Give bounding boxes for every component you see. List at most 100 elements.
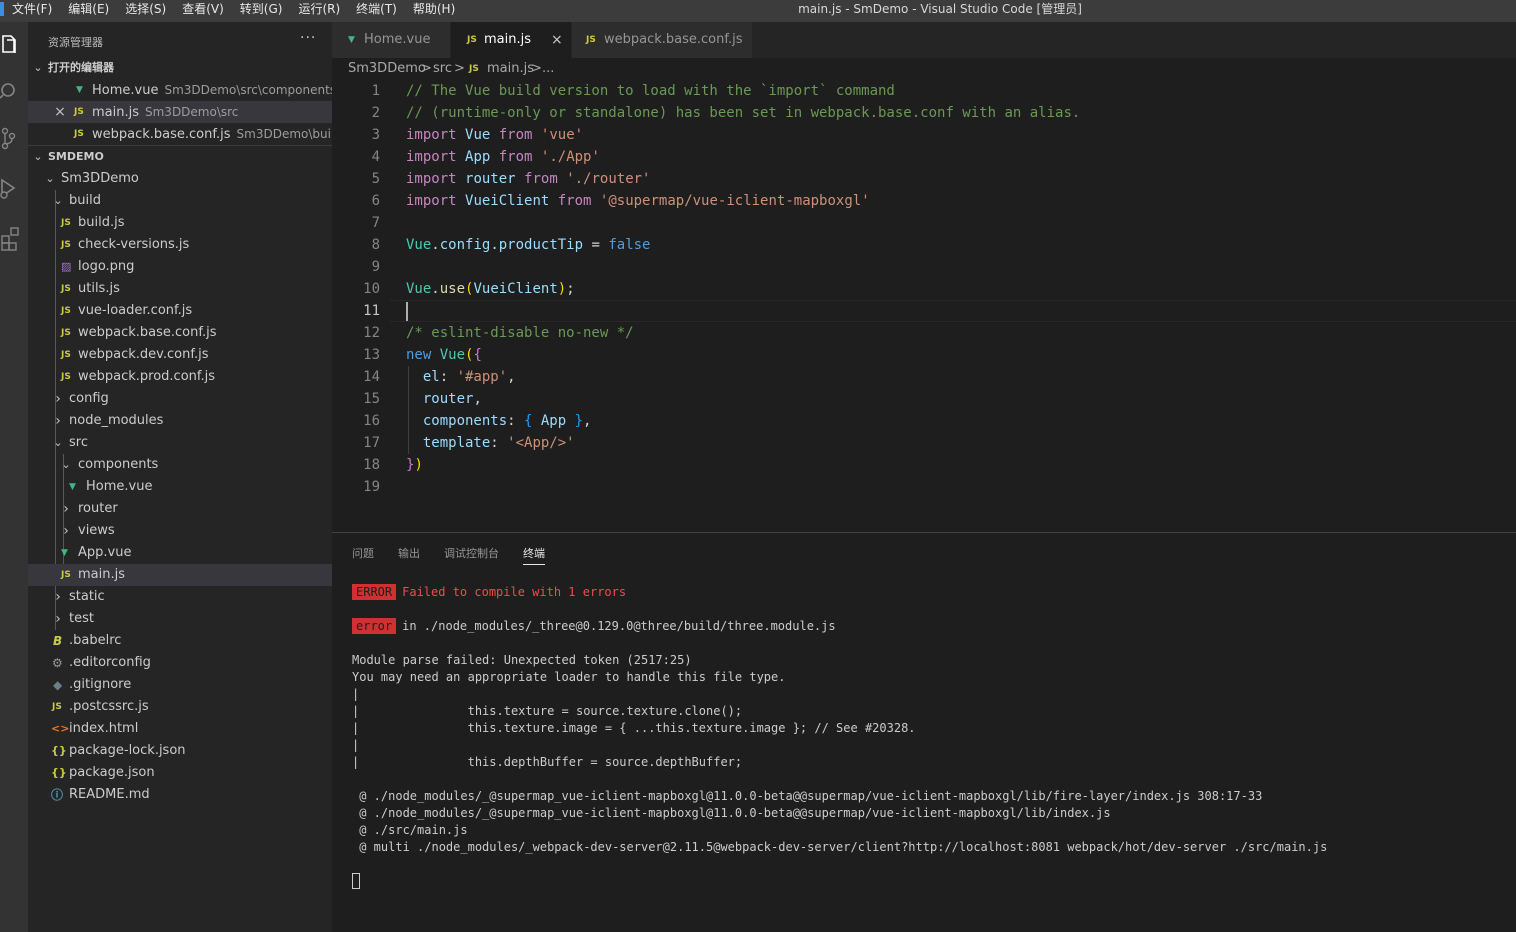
code-line: import Vue from 'vue' xyxy=(406,127,584,143)
tab-home-vue[interactable]: ▼ Home.vue xyxy=(332,22,450,58)
code-line: import App from './App' xyxy=(406,149,600,165)
breadcrumb-item[interactable]: ... xyxy=(542,58,554,80)
line-number: 11 xyxy=(363,303,380,319)
terminal-line: | xyxy=(352,738,360,752)
tree-file[interactable]: ◆ .gitignore xyxy=(28,674,332,696)
js-file-icon: JS xyxy=(74,107,84,117)
babel-file-icon: B xyxy=(53,634,63,648)
tree-file[interactable]: JS .postcssrc.js xyxy=(28,696,332,718)
chevron-right-icon: › xyxy=(55,611,61,627)
tree-file[interactable]: JS build.js xyxy=(28,212,332,234)
line-number: 16 xyxy=(363,413,380,429)
more-actions-button[interactable]: ··· xyxy=(300,30,316,46)
search-icon[interactable] xyxy=(0,70,28,110)
run-debug-icon[interactable] xyxy=(0,168,28,208)
tree-folder[interactable]: › router xyxy=(28,498,332,520)
line-number: 7 xyxy=(371,215,380,231)
vue-file-icon: ▼ xyxy=(69,482,76,492)
tab-main-js[interactable]: JS main.js × xyxy=(451,22,571,58)
line-number: 4 xyxy=(371,149,380,165)
explorer-icon[interactable] xyxy=(0,26,28,66)
tab-problems[interactable]: 问题 xyxy=(352,545,374,561)
source-control-icon[interactable] xyxy=(0,118,28,158)
code-line: // The Vue build version to load with th… xyxy=(406,83,895,99)
code-line: template: '<App/>' xyxy=(422,435,575,451)
breadcrumb-separator: > xyxy=(421,61,432,76)
chevron-down-icon: ⌄ xyxy=(33,61,43,74)
breadcrumb-separator: > xyxy=(454,61,465,76)
title-bar: 文件(F) 编辑(E) 选择(S) 查看(V) 转到(G) 运行(R) 终端(T… xyxy=(0,0,1516,22)
open-editor-item[interactable]: ▼ Home.vue Sm3DDemo\src\components xyxy=(28,79,332,101)
tree-folder[interactable]: › views xyxy=(28,520,332,542)
line-number: 18 xyxy=(363,457,380,473)
bottom-panel: 问题 输出 调试控制台 终端 ERROR Failed to compile wi… xyxy=(332,532,1516,932)
error-badge: ERROR xyxy=(352,584,397,600)
tree-file[interactable]: JS check-versions.js xyxy=(28,234,332,256)
open-editor-name: webpack.base.conf.js xyxy=(92,127,231,142)
workspace-header[interactable]: ⌄ SMDEMO xyxy=(28,146,332,168)
tree-file[interactable]: JS webpack.base.conf.js xyxy=(28,322,332,344)
tree-file[interactable]: JS webpack.dev.conf.js xyxy=(28,344,332,366)
open-editor-item[interactable]: JS webpack.base.conf.js Sm3DDemo\build xyxy=(28,123,332,145)
json-file-icon: {} xyxy=(51,744,67,757)
terminal-line: | xyxy=(352,687,360,701)
tree-file[interactable]: {} package.json xyxy=(28,762,332,784)
js-file-icon: JS xyxy=(61,306,71,316)
chevron-right-icon: › xyxy=(55,589,61,605)
js-file-icon: JS xyxy=(467,35,477,45)
tree-file[interactable]: ⚙ .editorconfig xyxy=(28,652,332,674)
tree-file[interactable]: ▼ Home.vue xyxy=(28,476,332,498)
tab-output[interactable]: 输出 xyxy=(398,545,420,561)
tree-file[interactable]: JS main.js xyxy=(28,564,332,586)
vue-file-icon: ▼ xyxy=(61,548,68,558)
code-line: // (runtime-only or standalone) has been… xyxy=(406,105,1081,121)
activity-bar xyxy=(0,22,28,932)
chevron-down-icon: ⌄ xyxy=(53,436,63,449)
extensions-icon[interactable] xyxy=(0,218,28,258)
tree-folder[interactable]: ⌄ Sm3DDemo xyxy=(28,168,332,190)
tree-file[interactable]: <> index.html xyxy=(28,718,332,740)
line-number: 14 xyxy=(363,369,380,385)
code-line: Vue.config.productTip = false xyxy=(406,237,651,253)
error-badge: error xyxy=(352,618,397,634)
breadcrumb-item[interactable]: src xyxy=(433,58,452,80)
close-icon[interactable]: × xyxy=(52,101,68,123)
tree-file[interactable]: ▨ logo.png xyxy=(28,256,332,278)
terminal-line: | this.texture = source.texture.clone(); xyxy=(352,704,743,718)
js-file-icon: JS xyxy=(61,284,71,294)
code-line: }) xyxy=(406,457,423,473)
close-icon[interactable]: × xyxy=(551,22,563,58)
tree-file[interactable]: JS webpack.prod.conf.js xyxy=(28,366,332,388)
open-editor-item[interactable]: × JS main.js Sm3DDemo\src xyxy=(28,101,332,123)
breadcrumb-item[interactable]: Sm3DDemo xyxy=(348,58,426,80)
js-file-icon: JS xyxy=(74,129,84,139)
tree-folder[interactable]: ⌄ build xyxy=(28,190,332,212)
breadcrumb-item[interactable]: main.js xyxy=(487,58,534,80)
tab-debug-console[interactable]: 调试控制台 xyxy=(444,545,499,561)
tree-file[interactable]: ⓘ README.md xyxy=(28,784,332,806)
tree-folder[interactable]: › config xyxy=(28,388,332,410)
tree-folder[interactable]: › node_modules xyxy=(28,410,332,432)
terminal-cursor xyxy=(352,873,360,889)
code-editor[interactable]: 1 2 3 4 5 6 7 8 9 10 11 12 13 14 15 16 1… xyxy=(332,80,1516,532)
tree-folder[interactable]: › test xyxy=(28,608,332,630)
git-file-icon: ◆ xyxy=(53,678,63,692)
breadcrumb: Sm3DDemo > src > JS main.js > ... xyxy=(332,58,1516,80)
tree-file[interactable]: JS utils.js xyxy=(28,278,332,300)
tree-folder[interactable]: ⌄ src xyxy=(28,432,332,454)
tree-file[interactable]: JS vue-loader.conf.js xyxy=(28,300,332,322)
tree-folder[interactable]: › static xyxy=(28,586,332,608)
open-editor-name: Home.vue xyxy=(92,83,159,98)
open-editors-header[interactable]: ⌄ 打开的编辑器 xyxy=(28,57,332,79)
tree-file[interactable]: B .babelrc xyxy=(28,630,332,652)
open-editor-path: Sm3DDemo\build xyxy=(236,127,332,141)
tab-terminal[interactable]: 终端 xyxy=(523,545,545,565)
html-file-icon: <> xyxy=(51,722,70,735)
line-number: 2 xyxy=(371,105,380,121)
line-number: 1 xyxy=(371,83,380,99)
tab-webpack-base-conf[interactable]: JS webpack.base.conf.js xyxy=(572,22,752,58)
tree-folder[interactable]: ⌄ components xyxy=(28,454,332,476)
tree-file[interactable]: {} package-lock.json xyxy=(28,740,332,762)
tree-file[interactable]: ▼ App.vue xyxy=(28,542,332,564)
js-file-icon: JS xyxy=(469,64,479,74)
